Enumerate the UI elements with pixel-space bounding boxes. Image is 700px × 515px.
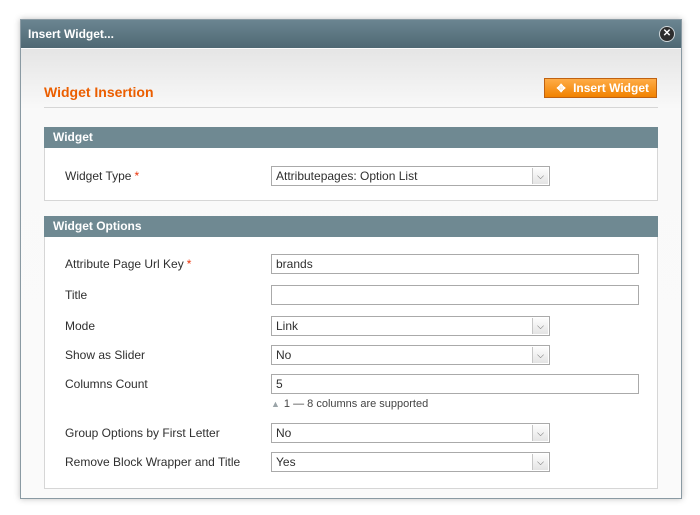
- insert-widget-button-label: Insert Widget: [573, 81, 649, 95]
- columns-input[interactable]: 5: [271, 374, 639, 394]
- group-select-value: No: [276, 426, 292, 440]
- required-mark: *: [186, 257, 192, 271]
- slider-select[interactable]: No ⌵: [271, 345, 550, 365]
- mode-label: Mode: [65, 319, 96, 333]
- columns-label: Columns Count: [65, 377, 148, 391]
- required-mark: *: [134, 169, 140, 183]
- url-key-input[interactable]: brands: [271, 254, 639, 274]
- title-input[interactable]: [271, 285, 639, 305]
- widget-fieldset: Widget Widget Type * Attributepages: Opti…: [44, 127, 658, 201]
- widget-type-label-text: Widget Type: [65, 169, 132, 183]
- mode-select[interactable]: Link ⌵: [271, 316, 550, 336]
- url-key-label: Attribute Page Url Key *: [65, 257, 191, 271]
- wrapper-label: Remove Block Wrapper and Title: [65, 455, 241, 469]
- dialog-title: Insert Widget...: [28, 27, 114, 41]
- columns-note: ▲ 1 — 8 columns are supported: [271, 398, 428, 410]
- dialog-body: Widget Insertion ✥ Insert Widget Widget W…: [21, 49, 681, 498]
- insert-widget-dialog: Insert Widget... ✕ Widget Insertion ✥ Ins…: [20, 19, 682, 499]
- url-key-label-text: Attribute Page Url Key: [65, 257, 184, 271]
- chevron-down-icon: ⌵: [532, 168, 548, 184]
- widget-options-fieldset: Widget Options Attribute Page Url Key * b…: [44, 216, 658, 489]
- group-label: Group Options by First Letter: [65, 426, 220, 440]
- group-select[interactable]: No ⌵: [271, 423, 550, 443]
- triangle-up-icon: ▲: [271, 399, 280, 409]
- widget-section-heading: Widget: [44, 127, 658, 148]
- header-divider: [44, 107, 658, 108]
- columns-note-text: 1 — 8 columns are supported: [283, 398, 429, 410]
- widget-type-select[interactable]: Attributepages: Option List ⌵: [271, 166, 550, 186]
- widget-icon: ✥: [556, 83, 566, 95]
- wrapper-select[interactable]: Yes ⌵: [271, 452, 550, 472]
- widget-type-select-value: Attributepages: Option List: [276, 169, 418, 183]
- page-title: Widget Insertion: [44, 84, 154, 100]
- title-label: Title: [65, 288, 88, 302]
- chevron-down-icon: ⌵: [532, 425, 548, 441]
- insert-widget-button[interactable]: ✥ Insert Widget: [544, 78, 657, 98]
- chevron-down-icon: ⌵: [532, 454, 548, 470]
- slider-label: Show as Slider: [65, 348, 146, 362]
- mode-select-value: Link: [276, 319, 299, 333]
- widget-options-heading: Widget Options: [44, 216, 658, 237]
- slider-select-value: No: [276, 348, 292, 362]
- close-icon[interactable]: ✕: [659, 26, 675, 42]
- wrapper-select-value: Yes: [276, 455, 296, 469]
- dialog-titlebar[interactable]: Insert Widget... ✕: [21, 20, 681, 48]
- widget-type-label: Widget Type *: [65, 169, 139, 183]
- chevron-down-icon: ⌵: [532, 347, 548, 363]
- chevron-down-icon: ⌵: [532, 318, 548, 334]
